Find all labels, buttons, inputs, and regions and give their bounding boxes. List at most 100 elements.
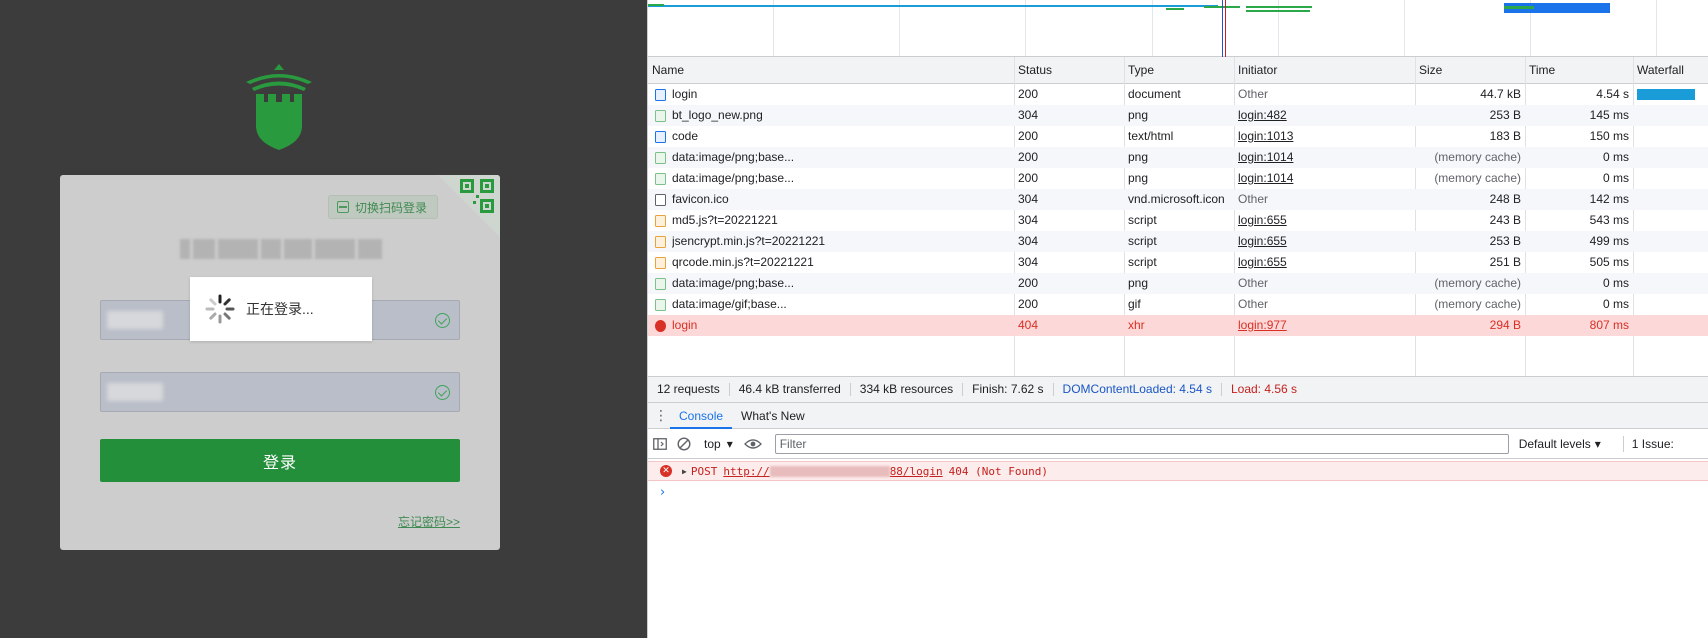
column-header-waterfall[interactable]: Waterfall bbox=[1633, 57, 1684, 84]
request-name: data:image/png;base... bbox=[672, 150, 795, 164]
request-initiator[interactable]: login:977 bbox=[1238, 315, 1411, 336]
request-time: 0 ms bbox=[1602, 150, 1629, 164]
table-row[interactable]: code 200 text/html login:1013 183 B 150 ms bbox=[648, 126, 1708, 147]
image-icon bbox=[655, 173, 666, 185]
request-size: (memory cache) bbox=[1434, 276, 1521, 290]
table-row[interactable]: data:image/png;base... 200 png login:1014 (m… bbox=[648, 147, 1708, 168]
qr-login-toggle-button[interactable]: 切换扫码登录 bbox=[328, 195, 439, 219]
clear-console-icon[interactable] bbox=[672, 429, 696, 459]
request-initiator[interactable]: login:482 bbox=[1238, 105, 1411, 126]
request-time: 505 ms bbox=[1589, 255, 1629, 269]
console-prompt-icon[interactable]: › bbox=[660, 485, 665, 500]
request-name: favicon.ico bbox=[672, 192, 729, 206]
request-type: png bbox=[1128, 171, 1149, 185]
live-expression-eye-icon[interactable] bbox=[741, 429, 765, 459]
request-status: 304 bbox=[1018, 234, 1039, 248]
login-button[interactable]: 登录 bbox=[100, 439, 460, 482]
image-icon bbox=[655, 299, 666, 311]
network-overview-timeline[interactable] bbox=[648, 0, 1708, 57]
request-name: jsencrypt.min.js?t=20221221 bbox=[672, 234, 826, 248]
summary-dom-content-loaded: DOMContentLoaded: 4.54 s bbox=[1054, 383, 1222, 396]
table-row[interactable]: data:image/png;base... 200 png Other (memory… bbox=[648, 273, 1708, 294]
request-size: (memory cache) bbox=[1434, 297, 1521, 311]
request-initiator[interactable]: login:655 bbox=[1238, 210, 1411, 231]
request-time: 499 ms bbox=[1589, 234, 1629, 248]
tab-whats-new[interactable]: What's New bbox=[732, 403, 814, 429]
tab-console[interactable]: Console bbox=[670, 403, 733, 429]
summary-requests: 12 requests bbox=[648, 383, 730, 396]
table-row[interactable]: bt_logo_new.png 304 png login:482 253 B 145 m… bbox=[648, 105, 1708, 126]
request-type: png bbox=[1128, 276, 1149, 290]
table-row[interactable]: login 200 document Other 44.7 kB 4.54 s bbox=[648, 84, 1708, 105]
request-status: 200 bbox=[1018, 276, 1039, 290]
image-icon bbox=[655, 152, 666, 164]
request-type: document bbox=[1128, 87, 1181, 101]
table-row[interactable]: login 404 xhr login:977 294 B 807 ms bbox=[648, 315, 1708, 336]
request-initiator[interactable]: login:1014 bbox=[1238, 147, 1411, 168]
column-header-status[interactable]: Status bbox=[1014, 57, 1052, 84]
scan-icon bbox=[337, 201, 349, 213]
column-header-initiator[interactable]: Initiator bbox=[1234, 57, 1277, 84]
request-time: 0 ms bbox=[1602, 297, 1629, 311]
console-error-message[interactable]: ✕ ▶ POST http://88/login 404 (Not Found) bbox=[648, 461, 1708, 481]
valid-check-icon bbox=[435, 385, 450, 400]
request-status: 304 bbox=[1018, 192, 1039, 206]
column-header-time[interactable]: Time bbox=[1525, 57, 1555, 84]
request-initiator[interactable]: login:655 bbox=[1238, 231, 1411, 252]
column-header-size[interactable]: Size bbox=[1415, 57, 1442, 84]
request-status: 200 bbox=[1018, 150, 1039, 164]
context-selector[interactable]: top ▾ bbox=[696, 437, 741, 451]
sidebar-toggle-icon[interactable] bbox=[648, 429, 672, 459]
summary-resources: 334 kB resources bbox=[851, 383, 964, 396]
forgot-password-link[interactable]: 忘记密码>> bbox=[398, 513, 460, 530]
password-field[interactable] bbox=[100, 372, 460, 412]
image-icon bbox=[655, 110, 666, 122]
request-time: 150 ms bbox=[1589, 129, 1629, 143]
login-card: 切换扫码登录 登录 忘记密码>> bbox=[60, 175, 500, 550]
log-levels-dropdown[interactable]: Default levels ▾ bbox=[1519, 437, 1601, 451]
request-initiator[interactable]: login:1014 bbox=[1238, 168, 1411, 189]
request-status: 404 bbox=[1018, 318, 1039, 332]
request-name: data:image/png;base... bbox=[672, 171, 795, 185]
console-output: ✕ ▶ POST http://88/login 404 (Not Found)… bbox=[648, 459, 1708, 638]
image-icon bbox=[655, 278, 666, 290]
error-method: POST bbox=[690, 464, 718, 478]
request-status: 304 bbox=[1018, 255, 1039, 269]
request-name: data:image/png;base... bbox=[672, 276, 795, 290]
table-row[interactable]: data:image/gif;base... 200 gif Other (memory… bbox=[648, 294, 1708, 315]
request-time: 145 ms bbox=[1589, 108, 1629, 122]
qr-code-corner-icon[interactable] bbox=[438, 175, 500, 237]
error-icon bbox=[655, 320, 666, 332]
more-options-icon[interactable]: ⋮ bbox=[652, 407, 670, 424]
table-row[interactable]: favicon.ico 304 vnd.microsoft.icon Other 248… bbox=[648, 189, 1708, 210]
summary-finish: Finish: 7.62 s bbox=[963, 383, 1054, 396]
table-row[interactable]: md5.js?t=20221221 304 script login:655 243 B… bbox=[648, 210, 1708, 231]
table-row[interactable]: qrcode.min.js?t=20221221 304 script login:6… bbox=[648, 252, 1708, 273]
console-filter-input[interactable]: Filter bbox=[774, 433, 1509, 454]
network-request-table: Name Status Type Initiator Size Time Wat… bbox=[648, 57, 1708, 376]
request-name: md5.js?t=20221221 bbox=[672, 213, 778, 227]
username-value-redacted bbox=[107, 311, 163, 329]
expand-triangle-icon[interactable]: ▶ bbox=[682, 467, 687, 476]
document-icon bbox=[655, 89, 666, 101]
site-title-redacted bbox=[180, 237, 386, 261]
issues-counter[interactable]: 1 Issue: bbox=[1622, 435, 1674, 452]
script-icon bbox=[655, 236, 666, 248]
request-size: 248 B bbox=[1489, 192, 1521, 206]
request-initiator[interactable]: login:1013 bbox=[1238, 126, 1411, 147]
request-size: (memory cache) bbox=[1434, 171, 1521, 185]
error-icon: ✕ bbox=[660, 465, 672, 477]
request-name: login bbox=[672, 87, 698, 101]
error-url-link[interactable]: http://88/login bbox=[723, 465, 942, 478]
column-header-type[interactable]: Type bbox=[1124, 57, 1154, 84]
request-initiator[interactable]: login:655 bbox=[1238, 252, 1411, 273]
request-status: 200 bbox=[1018, 129, 1039, 143]
request-status: 200 bbox=[1018, 171, 1039, 185]
login-page: 切换扫码登录 登录 忘记密码>> 正在登录... bbox=[0, 0, 647, 638]
request-type: script bbox=[1128, 213, 1157, 227]
request-status: 304 bbox=[1018, 213, 1039, 227]
table-row[interactable]: data:image/png;base... 200 png login:1014 (m… bbox=[648, 168, 1708, 189]
request-type: png bbox=[1128, 108, 1149, 122]
table-row[interactable]: jsencrypt.min.js?t=20221221 304 script logi… bbox=[648, 231, 1708, 252]
column-header-name[interactable]: Name bbox=[648, 57, 684, 84]
